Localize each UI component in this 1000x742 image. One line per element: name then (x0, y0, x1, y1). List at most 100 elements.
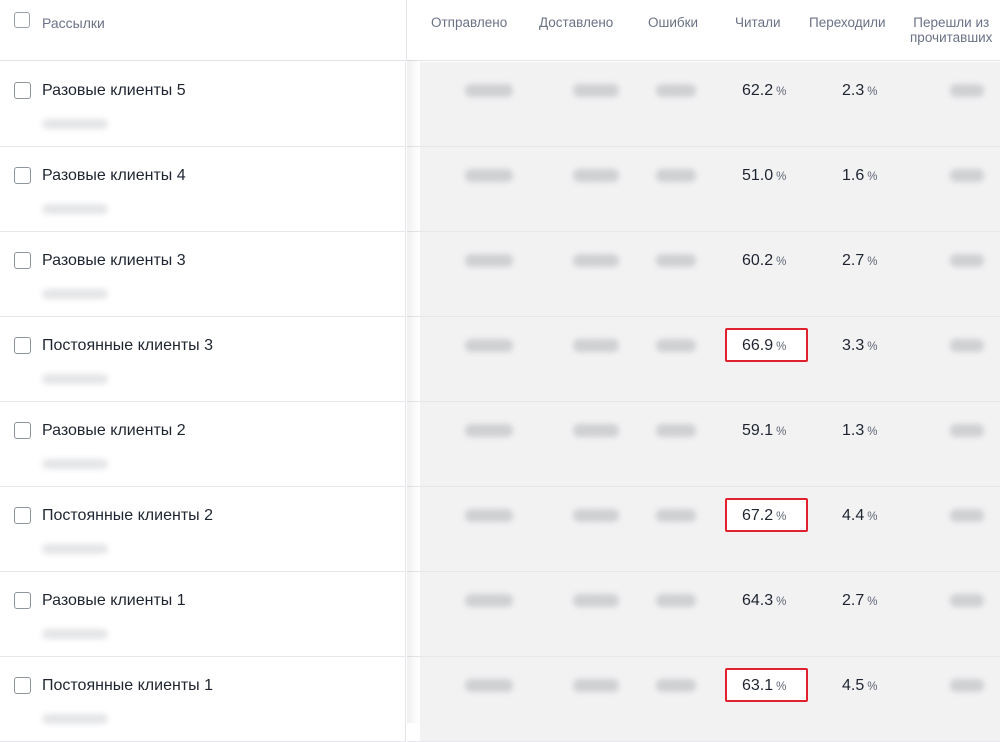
click-rate: 2.7% (842, 592, 877, 610)
click-rate-value: 3.3 (842, 337, 865, 354)
column-header-read[interactable]: Читали (735, 15, 781, 30)
column-header-click-to-read[interactable]: Перешли из прочитавших (910, 15, 992, 45)
mailing-name[interactable]: Постоянные клиенты 2 (42, 507, 213, 525)
percent-unit: % (776, 426, 787, 438)
table-row[interactable]: Разовые клиенты 2 59.1% 1.3% (0, 402, 1000, 487)
row-name-cell: Постоянные клиенты 2 (0, 487, 406, 572)
row-separator (406, 657, 420, 741)
click-rate-value: 1.6 (842, 167, 865, 184)
row-separator (406, 487, 420, 571)
mailing-name[interactable]: Постоянные клиенты 1 (42, 677, 213, 695)
mailings-table: Рассылки Отправлено Доставлено Ошибки Чи… (0, 0, 1000, 742)
read-rate: 59.1% (742, 422, 786, 440)
percent-unit: % (867, 426, 878, 438)
header-title: Рассылки (42, 15, 105, 31)
click-rate-value: 4.5 (842, 677, 865, 694)
mailing-name[interactable]: Разовые клиенты 4 (42, 167, 186, 185)
column-header-errors[interactable]: Ошибки (648, 15, 698, 30)
row-checkbox[interactable] (14, 252, 31, 269)
table-row[interactable]: Постоянные клиенты 2 67.2% 4.4% (0, 487, 1000, 572)
percent-unit: % (776, 511, 787, 523)
read-rate: 66.9% (742, 337, 786, 355)
row-checkbox[interactable] (14, 82, 31, 99)
mailing-name[interactable]: Разовые клиенты 3 (42, 252, 186, 270)
read-rate: 51.0% (742, 167, 786, 185)
row-name-cell: Разовые клиенты 4 (0, 147, 406, 232)
row-metrics-cell (407, 147, 1000, 232)
blurred-delivered-value (573, 169, 619, 182)
click-rate: 1.3% (842, 422, 877, 440)
read-rate: 67.2% (742, 507, 786, 525)
row-checkbox[interactable] (14, 677, 31, 694)
table-row[interactable]: Постоянные клиенты 1 63.1% 4.5% (0, 657, 1000, 742)
percent-unit: % (867, 596, 878, 608)
percent-unit: % (867, 681, 878, 693)
blurred-errors-value (656, 594, 696, 607)
blurred-date (42, 289, 108, 299)
row-separator (406, 62, 420, 146)
percent-unit: % (776, 256, 787, 268)
blurred-click-to-read-value (950, 509, 984, 522)
read-rate-value: 64.3 (742, 592, 774, 609)
mailing-name[interactable]: Разовые клиенты 1 (42, 592, 186, 610)
mailing-name[interactable]: Разовые клиенты 2 (42, 422, 186, 440)
row-name-cell: Разовые клиенты 2 (0, 402, 406, 487)
read-rate-value: 67.2 (742, 507, 774, 524)
row-name-cell: Разовые клиенты 5 (0, 62, 406, 147)
row-metrics-cell (407, 62, 1000, 147)
column-header-clicked[interactable]: Переходили (809, 15, 886, 30)
mailing-name[interactable]: Разовые клиенты 5 (42, 82, 186, 100)
table-row[interactable]: Постоянные клиенты 3 66.9% 3.3% (0, 317, 1000, 402)
read-rate-value: 66.9 (742, 337, 774, 354)
blurred-delivered-value (573, 254, 619, 267)
row-metrics-cell (407, 572, 1000, 657)
blurred-date (42, 544, 108, 554)
row-name-cell: Постоянные клиенты 3 (0, 317, 406, 402)
percent-unit: % (867, 171, 878, 183)
click-rate-value: 4.4 (842, 507, 865, 524)
click-rate: 3.3% (842, 337, 877, 355)
table-row[interactable]: Разовые клиенты 4 51.0% 1.6% (0, 147, 1000, 232)
percent-unit: % (776, 596, 787, 608)
read-rate-value: 60.2 (742, 252, 774, 269)
column-header-sent[interactable]: Отправлено (431, 15, 507, 30)
click-rate: 4.5% (842, 677, 877, 695)
blurred-date (42, 119, 108, 129)
row-separator (406, 232, 420, 316)
mailing-name[interactable]: Постоянные клиенты 3 (42, 337, 213, 355)
blurred-sent-value (465, 594, 513, 607)
blurred-errors-value (656, 169, 696, 182)
read-rate-value: 63.1 (742, 677, 774, 694)
table-row[interactable]: Разовые клиенты 5 62.2% 2.3% (0, 62, 1000, 147)
row-checkbox[interactable] (14, 592, 31, 609)
row-metrics-cell (407, 487, 1000, 572)
row-name-cell: Постоянные клиенты 1 (0, 657, 406, 742)
column-header-delivered[interactable]: Доставлено (539, 15, 613, 30)
click-rate: 2.7% (842, 252, 877, 270)
row-metrics-cell (407, 402, 1000, 487)
blurred-delivered-value (573, 679, 619, 692)
row-separator (406, 147, 420, 231)
row-checkbox[interactable] (14, 167, 31, 184)
click-rate-value: 2.7 (842, 592, 865, 609)
blurred-sent-value (465, 679, 513, 692)
table-row[interactable]: Разовые клиенты 3 60.2% 2.7% (0, 232, 1000, 317)
read-rate: 64.3% (742, 592, 786, 610)
blurred-errors-value (656, 254, 696, 267)
blurred-delivered-value (573, 594, 619, 607)
row-metrics-cell (407, 657, 1000, 742)
row-checkbox[interactable] (14, 422, 31, 439)
row-name-cell: Разовые клиенты 1 (0, 572, 406, 657)
click-rate-value: 1.3 (842, 422, 865, 439)
read-rate-value: 51.0 (742, 167, 774, 184)
blurred-errors-value (656, 339, 696, 352)
row-checkbox[interactable] (14, 507, 31, 524)
row-metrics-cell (407, 232, 1000, 317)
read-rate-value: 59.1 (742, 422, 774, 439)
table-row[interactable]: Разовые клиенты 1 64.3% 2.7% (0, 572, 1000, 657)
percent-unit: % (867, 341, 878, 353)
blurred-errors-value (656, 84, 696, 97)
row-checkbox[interactable] (14, 337, 31, 354)
select-all-checkbox[interactable] (14, 12, 30, 28)
blurred-date (42, 629, 108, 639)
